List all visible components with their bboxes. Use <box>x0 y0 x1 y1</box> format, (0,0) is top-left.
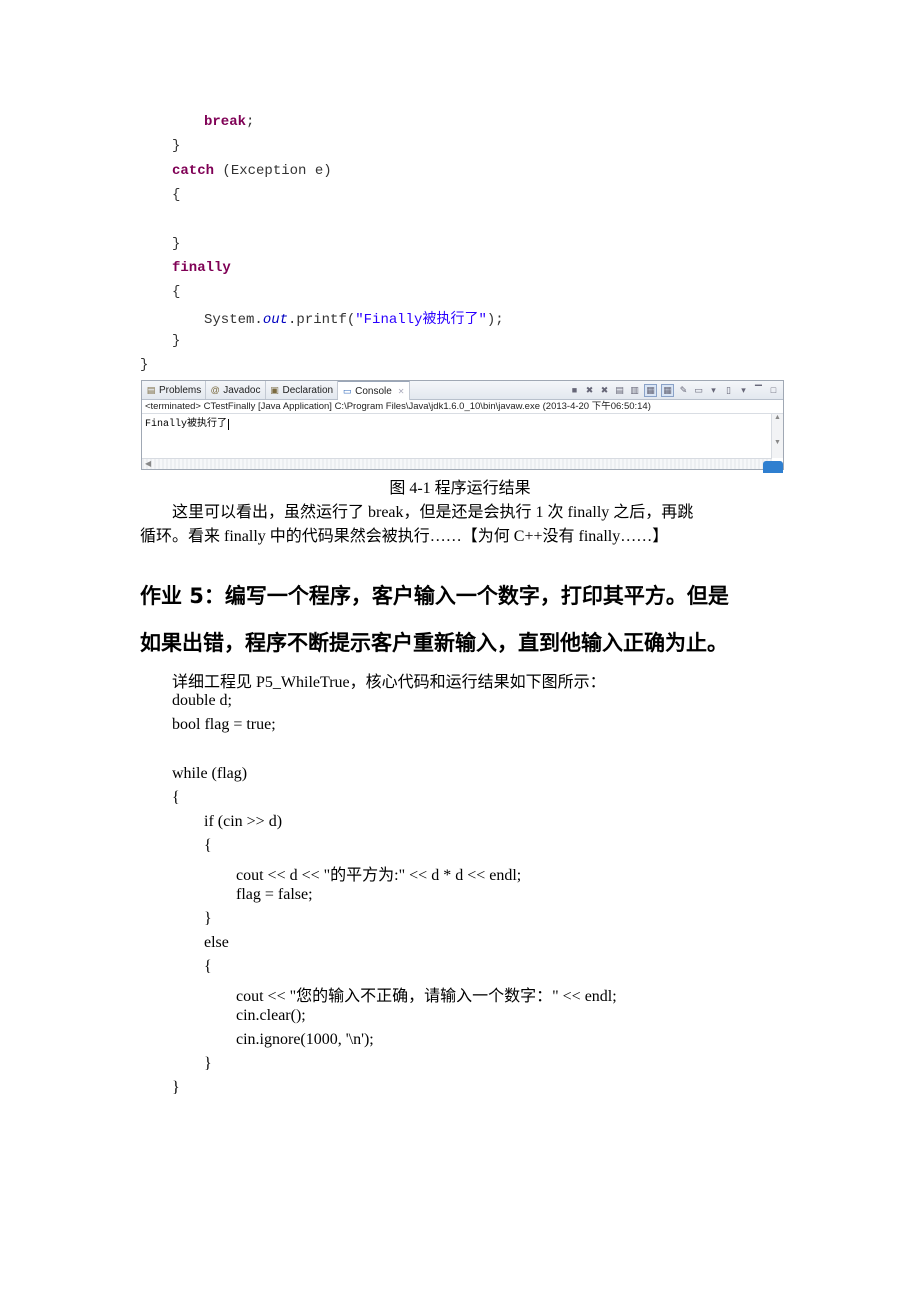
code-token: } <box>172 138 181 155</box>
cpp-code-line: cout << d << "的平方为:" << d * d << endl; <box>236 867 522 885</box>
code-token: } <box>172 235 181 252</box>
maximize-icon[interactable]: □ <box>768 385 779 396</box>
show-on-stdout-icon[interactable]: ▦ <box>644 383 657 397</box>
pin-console-icon[interactable]: ✎ <box>678 385 689 396</box>
code-token: } <box>140 357 149 373</box>
tab-declaration[interactable]: ▣ Declaration <box>266 381 339 399</box>
java-code-line: } <box>172 236 180 252</box>
javadoc-icon: @ <box>210 385 220 395</box>
clear-console-icon[interactable]: ▤ <box>614 385 625 396</box>
cpp-code-line: cin.ignore(1000, '\n'); <box>236 1030 374 1048</box>
cpp-code-line: { <box>204 837 212 855</box>
open-console-icon[interactable]: ▯ <box>723 385 734 396</box>
code-token: (Exception e) <box>214 162 332 179</box>
console-tab-bar: ▤ Problems @ Javadoc ▣ Declaration ▭ Console ✕ ■… <box>142 381 783 400</box>
tab-javadoc[interactable]: @ Javadoc <box>206 381 266 399</box>
console-output-text: Finally被执行了 <box>145 419 228 430</box>
console-icon: ▭ <box>342 386 352 396</box>
cpp-code-line: while (flag) <box>172 764 248 782</box>
tab-label: Problems <box>159 384 202 396</box>
code-keyword: break <box>204 114 247 130</box>
open-console-dropdown-icon[interactable]: ▾ <box>738 385 749 396</box>
show-on-stderr-icon[interactable]: ▦ <box>661 383 674 397</box>
tab-label: Declaration <box>282 384 334 396</box>
code-keyword: finally <box>172 259 231 276</box>
eclipse-console-screenshot: ▤ Problems @ Javadoc ▣ Declaration ▭ Console ✕ ■… <box>141 380 784 473</box>
terminate-icon[interactable]: ■ <box>569 385 580 396</box>
assignment-heading-line-2: 如果出错，程序不断提示客户重新输入，直到他输入正确为止。 <box>140 631 728 655</box>
paragraph-line-1: 这里可以看出，虽然运行了 break，但是还是会执行 1 次 finally 之… <box>172 504 694 521</box>
intro-text: 详细工程见 P5_WhileTrue，核心代码和运行结果如下图所示： <box>172 674 606 691</box>
horizontal-scrollbar[interactable]: ◀ <box>142 458 772 469</box>
cpp-code-line: else <box>204 934 229 951</box>
code-token: ); <box>486 312 504 329</box>
java-code-line: } <box>172 138 180 154</box>
remove-all-terminated-icon[interactable]: ✖ <box>599 385 610 396</box>
close-tab-icon[interactable]: ✕ <box>398 387 405 396</box>
code-token: { <box>172 186 181 203</box>
tab-console[interactable]: ▭ Console ✕ <box>338 381 410 400</box>
display-console-dropdown-icon[interactable]: ▾ <box>708 385 719 396</box>
java-code-line: System.out.printf("Finally被执行了"); <box>204 308 504 328</box>
corner-badge-icon <box>763 461 783 473</box>
java-code-line: finally <box>172 260 231 276</box>
assignment-heading-line-1: 作业 5：编写一个程序，客户输入一个数字，打印其平方。但是 <box>140 584 729 608</box>
display-console-icon[interactable]: ▭ <box>693 385 704 396</box>
paragraph-line-2: 循环。看来 finally 中的代码果然会被执行……【为何 C++没有 fina… <box>140 528 669 545</box>
vertical-scrollbar[interactable]: ▲ ▼ <box>771 414 783 458</box>
cpp-code-line: cin.clear(); <box>236 1006 306 1024</box>
code-token: System. <box>204 312 263 329</box>
cpp-code-line: cout << "您的输入不正确，请输入一个数字：" << endl; <box>236 988 617 1006</box>
text-cursor <box>228 419 230 430</box>
java-code-line: break; <box>204 114 254 130</box>
code-token: .printf( <box>288 312 356 329</box>
java-code-line: { <box>172 284 180 300</box>
scroll-down-icon[interactable]: ▼ <box>772 439 783 446</box>
minimize-icon[interactable]: ▔ <box>753 385 764 396</box>
problems-icon: ▤ <box>146 385 156 395</box>
code-token: } <box>172 332 181 349</box>
console-toolbar: ■ ✖ ✖ ▤ ▥ ▦ ▦ ✎ ▭ ▾ ▯ ▾ ▔ □ <box>569 383 783 397</box>
cpp-code-line: bool flag = true; <box>172 716 276 734</box>
java-code-line: catch (Exception e) <box>172 163 332 179</box>
java-code-line: } <box>172 333 180 349</box>
scroll-lock-icon[interactable]: ▥ <box>629 385 640 396</box>
code-token: ; <box>246 114 255 130</box>
cpp-code-line: if (cin >> d) <box>204 813 283 830</box>
cpp-code-line: } <box>204 1055 212 1072</box>
code-keyword: catch <box>172 162 215 179</box>
figure-caption: 图 4-1 程序运行结果 <box>389 480 531 497</box>
scroll-up-icon[interactable]: ▲ <box>772 414 783 421</box>
code-token: { <box>172 284 181 301</box>
declaration-icon: ▣ <box>270 385 279 395</box>
tab-label: Console <box>355 385 392 397</box>
console-status-line: <terminated> CTestFinally [Java Applicat… <box>142 400 783 414</box>
remove-launch-icon[interactable]: ✖ <box>584 385 595 396</box>
scroll-left-icon[interactable]: ◀ <box>142 459 151 468</box>
cpp-code-line: } <box>204 909 212 927</box>
code-token: out <box>262 312 289 329</box>
code-string: "Finally被执行了" <box>355 312 487 329</box>
cpp-code-line: flag = false; <box>236 885 313 903</box>
cpp-code-line: { <box>204 958 212 976</box>
java-code-line: { <box>172 187 180 203</box>
java-code-line: } <box>140 357 148 373</box>
tab-problems[interactable]: ▤ Problems <box>142 381 207 399</box>
tab-label: Javadoc <box>223 384 261 396</box>
console-output: Finally被执行了 <box>142 414 783 444</box>
cpp-code-line: { <box>172 788 180 806</box>
cpp-code-line: double d; <box>172 692 232 709</box>
cpp-code-line: } <box>172 1079 180 1097</box>
